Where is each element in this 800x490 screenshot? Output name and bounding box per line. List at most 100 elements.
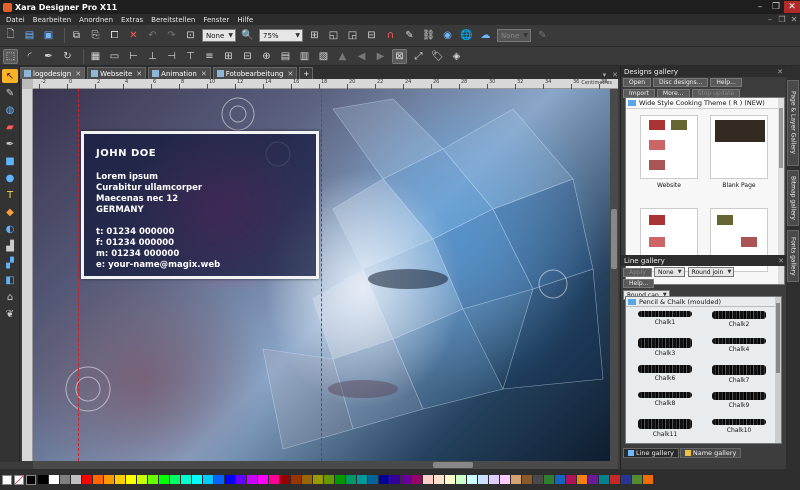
colour-swatch[interactable]	[621, 475, 631, 484]
chalk-scrollbar[interactable]	[775, 297, 781, 443]
colour-swatch[interactable]	[148, 475, 158, 484]
ellipse-tool-icon[interactable]: ●	[2, 171, 18, 185]
tab-fotobearbeitung[interactable]: Fotobearbeitung ✕	[212, 67, 298, 79]
horizontal-ruler[interactable]: -2 0 2 4 6 8 10 12 14 16 18 20 22 24 26 28 30 32 34 36 38 Ce…	[33, 79, 618, 89]
menu-extras[interactable]: Extras	[117, 16, 147, 24]
apply-button[interactable]: Apply	[623, 267, 652, 277]
ungroup-icon[interactable]: ⊟	[240, 49, 255, 64]
colour-swatch[interactable]	[71, 475, 81, 484]
pen-tool-icon[interactable]: ✒	[2, 137, 18, 151]
doc-minimize-button[interactable]: –	[764, 15, 776, 24]
chalk-item[interactable]: Chalk8	[630, 392, 700, 407]
colour-swatch[interactable]	[170, 475, 180, 484]
colour-swatch[interactable]	[159, 475, 169, 484]
chalk-item[interactable]: Chalk9	[704, 392, 774, 409]
colour-swatch[interactable]	[500, 475, 510, 484]
tab-bitmap-gallery[interactable]: Bitmap gallery	[787, 170, 799, 226]
freehand-tool-icon[interactable]: ✎	[2, 86, 18, 100]
menu-bereitstellen[interactable]: Bereitstellen	[147, 16, 199, 24]
new-tab-button[interactable]: +	[299, 67, 314, 79]
close-panel-icon[interactable]: ✕	[777, 68, 783, 76]
colour-swatch[interactable]	[126, 475, 136, 484]
colour-swatch[interactable]	[93, 475, 103, 484]
copy-icon[interactable]: ⧉	[69, 28, 84, 43]
up-triangle-icon[interactable]: ▲	[335, 49, 350, 64]
vertical-ruler[interactable]	[22, 89, 33, 461]
colour-swatch[interactable]	[346, 475, 356, 484]
colour-swatch[interactable]	[379, 475, 389, 484]
zoom-dropdown[interactable]: 75% ▼	[259, 29, 303, 42]
doc-restore-button[interactable]: ❐	[776, 15, 788, 24]
close-tab-icon[interactable]: ✕	[287, 70, 293, 78]
zoom-tool-a-icon[interactable]: ⊞	[307, 28, 322, 43]
chalk-item[interactable]: Chalk7	[704, 365, 774, 384]
help-button[interactable]: Help...	[710, 78, 742, 87]
magnet-icon[interactable]: ∩	[383, 28, 398, 43]
colour-swatch[interactable]	[511, 475, 521, 484]
rectangle-icon[interactable]: ▭	[107, 49, 122, 64]
colour-swatch[interactable]	[401, 475, 411, 484]
zoom-tool-b-icon[interactable]: ◱	[326, 28, 341, 43]
shadow-tool-icon[interactable]: ▟	[2, 239, 18, 253]
tab-name-gallery[interactable]: Name gallery	[679, 448, 742, 458]
save-icon[interactable]: ▣	[41, 28, 56, 43]
select-inside-icon[interactable]: ⬚	[3, 48, 18, 64]
menu-hilfe[interactable]: Hilfe	[233, 16, 257, 24]
lock-icon[interactable]: ▥	[297, 49, 312, 64]
colour-swatch[interactable]	[214, 475, 224, 484]
align-left-icon[interactable]: ⊢	[126, 49, 141, 64]
bevel-tool-icon[interactable]: ▞	[2, 256, 18, 270]
web-preview-icon[interactable]: ◉	[440, 28, 455, 43]
close-panel-icon[interactable]: ✕	[778, 257, 784, 265]
colour-swatch[interactable]	[192, 475, 202, 484]
chalk-item[interactable]: Chalk3	[630, 338, 700, 357]
align-center-icon[interactable]: ⊥	[145, 49, 160, 64]
contour-tool-icon[interactable]: ◍	[2, 103, 18, 117]
tab-animation[interactable]: Animation ✕	[148, 67, 211, 79]
guide-line[interactable]	[78, 89, 79, 461]
rectangle-tool-icon[interactable]: ■	[2, 154, 18, 168]
colour-swatch[interactable]	[599, 475, 609, 484]
chalk-item[interactable]: Chalk2	[704, 311, 774, 328]
open-button[interactable]: Open	[623, 78, 652, 87]
globe-icon[interactable]: 🌐	[459, 28, 474, 43]
menu-datei[interactable]: Datei	[2, 16, 29, 24]
colour-swatch[interactable]	[643, 475, 653, 484]
help-button[interactable]: Help...	[623, 279, 655, 288]
business-card[interactable]: JOHN DOE Lorem ipsum Curabitur ullamcorp…	[81, 131, 319, 279]
colour-swatch[interactable]	[467, 475, 477, 484]
restore-button[interactable]: ❐	[768, 1, 784, 13]
colour-swatch[interactable]	[335, 475, 345, 484]
colour-swatch[interactable]	[49, 475, 59, 484]
colour-editor-icon[interactable]	[2, 474, 12, 485]
dash-dropdown[interactable]: None ▼	[653, 267, 685, 277]
colour-swatch[interactable]	[60, 475, 70, 484]
minimize-button[interactable]: –	[752, 1, 768, 13]
colour-swatch[interactable]	[423, 475, 433, 484]
blend-tool-icon[interactable]: ◧	[2, 273, 18, 287]
colour-swatch[interactable]	[104, 475, 114, 484]
scroll-thumb[interactable]	[779, 108, 783, 168]
colour-swatch[interactable]	[544, 475, 554, 484]
document-canvas[interactable]: JOHN DOE Lorem ipsum Curabitur ullamcorp…	[33, 89, 610, 461]
colour-swatch[interactable]	[269, 475, 279, 484]
close-tab-icon[interactable]: ✕	[201, 70, 207, 78]
colour-swatch[interactable]	[632, 475, 642, 484]
group-icon[interactable]: ⊞	[221, 49, 236, 64]
right-triangle-icon[interactable]: ▶	[373, 49, 388, 64]
colour-swatch[interactable]	[137, 475, 147, 484]
eyedropper-icon[interactable]: ✎	[402, 28, 417, 43]
zoom-icon[interactable]: 🔍	[240, 28, 255, 43]
doc-close-button[interactable]: ✕	[788, 15, 800, 24]
designs-folder-row[interactable]: Wide Style Cooking Theme ( R ) (NEW)	[626, 98, 784, 109]
chalk-item[interactable]: Chalk6	[630, 365, 700, 382]
colour-swatch[interactable]	[390, 475, 400, 484]
distribute-icon[interactable]: ≡	[202, 49, 217, 64]
mould-tool-icon[interactable]: ⌂	[2, 290, 18, 304]
colour-swatch[interactable]	[588, 475, 598, 484]
colour-swatch[interactable]	[368, 475, 378, 484]
close-button[interactable]: ✕	[784, 1, 800, 13]
rotate-icon[interactable]: ↻	[60, 49, 75, 64]
colour-swatch[interactable]	[445, 475, 455, 484]
pen-icon[interactable]: ✒	[41, 49, 56, 64]
